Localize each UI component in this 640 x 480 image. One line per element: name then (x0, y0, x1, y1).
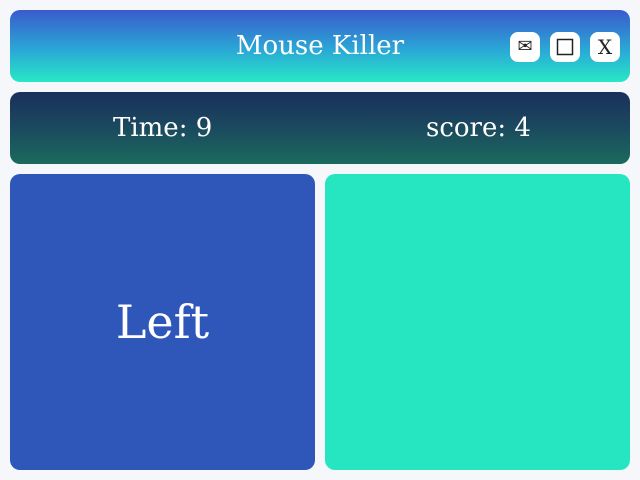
status-bar: Time: 9 score: 4 (10, 92, 630, 164)
right-panel[interactable] (325, 174, 630, 470)
close-button[interactable]: X (590, 32, 620, 62)
close-icon: X (597, 35, 613, 59)
envelope-icon: ✉ (517, 36, 533, 57)
mail-button[interactable]: ✉ (510, 32, 540, 62)
maximize-button[interactable] (550, 32, 580, 62)
title-bar: Mouse Killer ✉ X (10, 10, 630, 82)
score-display: score: 4 (426, 113, 531, 143)
left-panel[interactable]: Left (10, 174, 315, 470)
window-controls: ✉ X (510, 32, 620, 62)
time-display: Time: 9 (113, 113, 213, 143)
right-panel-label (325, 174, 630, 470)
square-icon (556, 38, 574, 56)
left-panel-label: Left (115, 295, 210, 349)
